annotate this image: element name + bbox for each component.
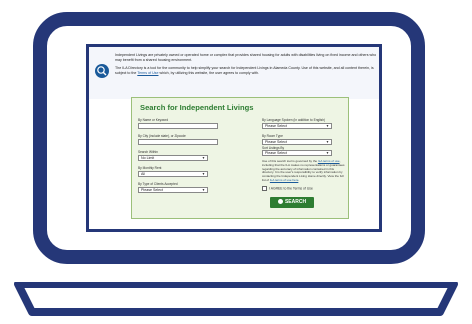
clients-select[interactable]: Please Select ▼	[138, 187, 208, 193]
sort-select[interactable]: Please Select ▼	[262, 150, 332, 156]
room-type-label: By Room Type	[262, 134, 283, 138]
search-button-label: SEARCH	[284, 199, 307, 205]
chevron-down-icon: ▼	[201, 156, 205, 160]
intro-paragraph-2: The ILA Directory is a tool for the comm…	[115, 66, 374, 75]
language-label: By Language Spoken (In addition to Engli…	[262, 118, 326, 122]
agree-terms-row[interactable]: I AGREE to the Terms of Use	[262, 186, 313, 191]
monthly-rent-label: By Monthly Rent	[138, 166, 162, 170]
intro-banner: Independent Livings are privately owned …	[89, 47, 379, 99]
agree-checkbox[interactable]	[262, 186, 267, 191]
language-select[interactable]: Please Select ▼	[262, 123, 332, 129]
chevron-down-icon: ▼	[201, 172, 205, 176]
website-screen: Independent Livings are privately owned …	[86, 44, 382, 232]
search-form-card: Search for Independent Livings By Name o…	[131, 97, 349, 219]
chevron-down-icon: ▼	[325, 140, 329, 144]
search-form-title: Search for Independent Livings	[140, 103, 254, 112]
room-type-select[interactable]: Please Select ▼	[262, 139, 332, 145]
search-button[interactable]: SEARCH	[270, 197, 314, 208]
clients-label: By Type of Clients Accepted	[138, 182, 178, 186]
city-input[interactable]	[138, 139, 218, 145]
ila-terms-full-link[interactable]: ILA terms of use here	[270, 178, 299, 182]
map-pin-house-icon	[95, 64, 109, 78]
intro-text: Independent Livings are privately owned …	[115, 53, 377, 79]
magnifier-icon	[277, 198, 283, 204]
chevron-down-icon: ▼	[201, 188, 205, 192]
name-input[interactable]	[138, 123, 218, 129]
within-select[interactable]: No Limit ▼	[138, 155, 208, 161]
within-label: Search Within	[138, 150, 158, 154]
chevron-down-icon: ▼	[325, 124, 329, 128]
name-label: By Name or Keyword	[138, 118, 169, 122]
agree-label: I AGREE to the Terms of Use	[269, 186, 313, 191]
chevron-down-icon: ▼	[325, 151, 329, 155]
terms-of-use-link[interactable]: Terms of Use	[137, 71, 158, 75]
city-label: By City (include state), or Zipcode	[138, 134, 186, 138]
disclaimer-text: Use of this search tool is governed by t…	[262, 159, 345, 182]
intro-paragraph-1: Independent Livings are privately owned …	[115, 53, 377, 62]
monthly-rent-select[interactable]: All ▼	[138, 171, 208, 177]
laptop-base	[14, 282, 458, 316]
